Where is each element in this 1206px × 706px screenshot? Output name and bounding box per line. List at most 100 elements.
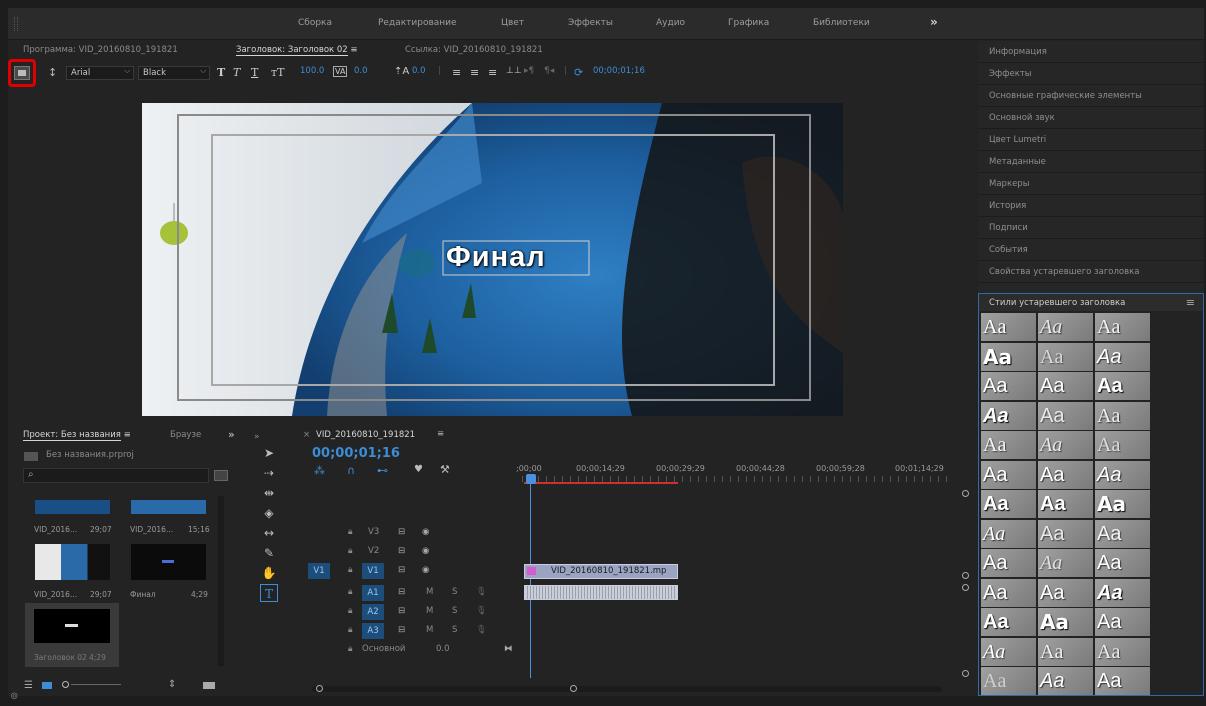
- workspaces-more-button[interactable]: »: [930, 15, 938, 29]
- lock-icon[interactable]: 🔒︎: [348, 644, 353, 654]
- tab-right-icon[interactable]: ¶◂: [544, 66, 554, 80]
- clip-thumbnail[interactable]: [35, 500, 110, 514]
- sync-lock-icon[interactable]: ⊟: [398, 625, 405, 635]
- title-style-swatch[interactable]: Aa: [981, 549, 1036, 577]
- hand-tool-icon[interactable]: ✋: [260, 564, 278, 582]
- mute-button[interactable]: M: [426, 587, 433, 597]
- panel-effects[interactable]: Эффекты: [978, 63, 1204, 85]
- tab-left-icon[interactable]: ▸¶: [524, 66, 534, 80]
- title-style-swatch[interactable]: Aa: [981, 637, 1036, 666]
- panel-history[interactable]: История: [978, 195, 1204, 217]
- title-style-swatch[interactable]: Aa: [1095, 342, 1150, 371]
- sync-lock-icon[interactable]: ⊟: [398, 587, 405, 597]
- tools-more-icon[interactable]: »: [254, 432, 260, 442]
- show-background-video-button[interactable]: [14, 66, 30, 80]
- panel-events[interactable]: События: [978, 239, 1204, 261]
- panel-lumetri-color[interactable]: Цвет Lumetri: [978, 129, 1204, 151]
- close-icon[interactable]: ×: [303, 430, 310, 440]
- work-area-bar[interactable]: [524, 482, 678, 484]
- workspace-editing[interactable]: Редактирование: [378, 18, 457, 28]
- title-style-swatch[interactable]: Aa: [1038, 578, 1093, 607]
- title-style-swatch[interactable]: Aa: [1095, 431, 1150, 459]
- lock-icon[interactable]: 🔒︎: [348, 527, 353, 537]
- panel-grip[interactable]: [14, 17, 18, 31]
- chevron-down-icon[interactable]: ⌵: [200, 66, 206, 80]
- new-bin-icon[interactable]: [214, 470, 228, 481]
- go-to-end-icon[interactable]: ⧓: [504, 644, 513, 654]
- title-style-swatch[interactable]: Aa: [1095, 578, 1150, 607]
- tab-title[interactable]: Заголовок: Заголовок 02 ≡: [236, 45, 358, 56]
- title-style-swatch[interactable]: Aa: [1038, 342, 1093, 371]
- title-style-swatch[interactable]: Aa: [981, 490, 1036, 518]
- leading-value[interactable]: 0.0: [412, 66, 426, 80]
- razor-icon[interactable]: ◈: [260, 504, 278, 522]
- title-text[interactable]: Финал: [446, 241, 546, 274]
- title-style-swatch[interactable]: Aa: [981, 342, 1036, 371]
- sync-lock-icon[interactable]: ⊟: [398, 546, 405, 556]
- timeline-menu-icon[interactable]: ≡: [437, 429, 444, 439]
- title-style-swatch[interactable]: Aa: [1038, 549, 1093, 577]
- title-style-swatch[interactable]: Aa: [981, 313, 1036, 341]
- font-size-value[interactable]: 100.0: [300, 66, 324, 80]
- panel-essential-graphics[interactable]: Основные графические элементы: [978, 85, 1204, 107]
- track-target-v1[interactable]: V1: [362, 563, 384, 579]
- microphone-icon[interactable]: 🎙︎: [476, 587, 487, 597]
- selected-clip-tile[interactable]: Заголовок 02 4;29: [25, 603, 119, 667]
- track-target-a2[interactable]: A2: [362, 604, 384, 620]
- title-style-swatch[interactable]: Aa: [981, 372, 1036, 400]
- title-style-swatch[interactable]: Aa: [1038, 637, 1093, 666]
- mute-button[interactable]: M: [426, 625, 433, 635]
- clip-thumbnail[interactable]: [131, 500, 206, 514]
- panel-essential-sound[interactable]: Основной звук: [978, 107, 1204, 129]
- video-clip[interactable]: VID_20160810_191821.mp: [524, 564, 678, 579]
- tab-stops-icon[interactable]: ⊥⊥: [506, 66, 522, 80]
- tab-program[interactable]: Программа: VID_20160810_191821: [23, 45, 178, 55]
- title-style-swatch[interactable]: Aa: [981, 431, 1036, 459]
- playhead-sync-icon[interactable]: ⟳: [574, 66, 583, 80]
- title-style-swatch[interactable]: Aa: [1038, 401, 1093, 430]
- ripple-edit-icon[interactable]: ⇹: [260, 484, 278, 502]
- title-style-swatch[interactable]: Aa: [1038, 490, 1093, 518]
- title-style-swatch[interactable]: Aa: [1095, 460, 1150, 489]
- mute-button[interactable]: M: [426, 606, 433, 616]
- video-frame[interactable]: Финал: [142, 103, 843, 416]
- title-style-swatch[interactable]: Aa: [981, 519, 1036, 548]
- underline-icon[interactable]: T: [251, 66, 258, 80]
- title-style-swatch[interactable]: Aa: [1038, 431, 1093, 459]
- align-left-icon[interactable]: ≡: [452, 66, 461, 80]
- add-marker-icon[interactable]: ♥: [414, 464, 423, 475]
- title-style-swatch[interactable]: Aa: [981, 401, 1036, 430]
- workspace-effects[interactable]: Эффекты: [568, 18, 613, 28]
- lock-icon[interactable]: 🔒︎: [348, 546, 353, 556]
- title-style-swatch[interactable]: Aa: [1038, 313, 1093, 341]
- title-style-swatch[interactable]: Aa: [1038, 608, 1093, 636]
- microphone-icon[interactable]: 🎙︎: [476, 606, 487, 616]
- microphone-icon[interactable]: 🎙︎: [476, 625, 487, 635]
- timeline-sequence-tab[interactable]: VID_20160810_191821: [316, 430, 415, 440]
- eye-icon[interactable]: ◉: [422, 527, 429, 537]
- tab-project[interactable]: Проект: Без названия ≡: [23, 430, 131, 441]
- workspace-color[interactable]: Цвет: [501, 18, 524, 28]
- wrench-icon[interactable]: ⚒: [440, 463, 450, 476]
- title-style-swatch[interactable]: Aa: [1038, 372, 1093, 400]
- pen-tool-icon[interactable]: ✎: [260, 544, 278, 562]
- snap-icon[interactable]: ∩: [347, 464, 355, 477]
- title-style-swatch[interactable]: Aa: [1038, 460, 1093, 489]
- audio-clip[interactable]: [524, 585, 678, 600]
- sync-lock-icon[interactable]: ⊟: [398, 527, 405, 537]
- project-scrollbar[interactable]: [218, 496, 224, 666]
- panel-info[interactable]: Информация: [978, 41, 1204, 63]
- tab-menu-icon[interactable]: ≡: [350, 45, 357, 55]
- panels-more-icon[interactable]: »: [228, 428, 235, 441]
- workspace-libraries[interactable]: Библиотеки: [813, 18, 870, 28]
- title-style-swatch[interactable]: Aa: [1095, 372, 1150, 400]
- track-select-icon[interactable]: ⇢: [260, 464, 278, 482]
- master-volume-value[interactable]: 0.0: [436, 644, 450, 654]
- solo-button[interactable]: S: [452, 625, 457, 635]
- track-target-a1[interactable]: A1: [362, 585, 384, 601]
- chevron-down-icon[interactable]: ⌵: [124, 66, 130, 80]
- workspace-assembly[interactable]: Сборка: [298, 18, 332, 28]
- styles-menu-icon[interactable]: ≡: [1186, 296, 1195, 309]
- title-style-swatch[interactable]: Aa: [1095, 637, 1150, 666]
- title-style-swatch[interactable]: Aa: [1095, 490, 1150, 518]
